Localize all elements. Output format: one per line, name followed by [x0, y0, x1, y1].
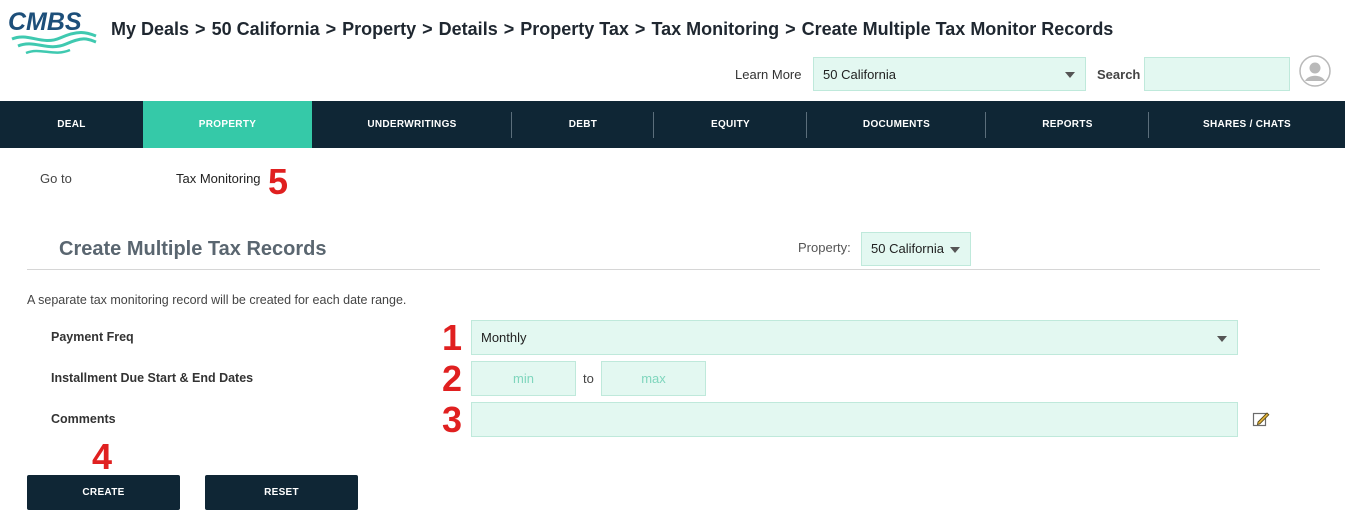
- breadcrumb-separator: >: [785, 19, 796, 39]
- nav-equity[interactable]: EQUITY: [654, 101, 807, 148]
- annotation-3: 3: [442, 399, 463, 440]
- comments-input[interactable]: [471, 402, 1238, 437]
- dates-label: Installment Due Start & End Dates: [51, 371, 254, 385]
- search-label: Search: [1097, 67, 1141, 82]
- payment-freq-value: Monthly: [481, 330, 527, 345]
- breadcrumb-separator: >: [422, 19, 433, 39]
- chevron-down-icon: [1065, 72, 1075, 78]
- breadcrumb-property[interactable]: Property: [342, 19, 416, 39]
- breadcrumb-current: Create Multiple Tax Monitor Records: [801, 19, 1114, 39]
- cmbs-logo[interactable]: CMBS: [6, 6, 98, 58]
- nav-underwritings[interactable]: UNDERWRITINGS: [312, 101, 512, 148]
- breadcrumb-separator: >: [325, 19, 337, 39]
- breadcrumb-separator: >: [195, 19, 206, 39]
- chevron-down-icon: [950, 247, 960, 253]
- property-select[interactable]: 50 California: [861, 232, 971, 266]
- annotation-4: 4: [92, 436, 113, 477]
- to-label: to: [583, 371, 594, 386]
- goto-label: Go to: [40, 171, 72, 186]
- info-note: A separate tax monitoring record will be…: [27, 293, 407, 307]
- annotation-1: 1: [442, 317, 463, 358]
- deal-select-value: 50 California: [823, 67, 896, 82]
- user-avatar-icon[interactable]: [1299, 55, 1331, 87]
- breadcrumb-my-deals[interactable]: My Deals: [111, 19, 189, 39]
- breadcrumb-separator: >: [503, 19, 515, 39]
- reset-button[interactable]: RESET: [205, 475, 358, 510]
- deal-select[interactable]: 50 California: [813, 57, 1086, 91]
- breadcrumb: My Deals >50 California > Property > Details >…: [111, 19, 1113, 40]
- annotation-5: 5: [268, 161, 289, 202]
- section-title: Create Multiple Tax Records: [59, 238, 327, 260]
- breadcrumb-tax-monitoring[interactable]: Tax Monitoring: [651, 19, 779, 39]
- annotation-2: 2: [442, 358, 463, 399]
- property-label: Property:: [798, 240, 851, 255]
- nav-documents[interactable]: DOCUMENTS: [807, 101, 986, 148]
- chevron-down-icon: [1217, 336, 1227, 342]
- goto-tax-monitoring-link[interactable]: Tax Monitoring: [176, 171, 261, 186]
- nav-debt[interactable]: DEBT: [512, 101, 654, 148]
- start-date-input[interactable]: [471, 361, 576, 396]
- nav-property[interactable]: PROPERTY: [143, 101, 312, 148]
- learn-more-link[interactable]: Learn More: [735, 67, 801, 82]
- breadcrumb-deal[interactable]: 50 California: [212, 19, 320, 39]
- edit-icon[interactable]: [1252, 410, 1270, 428]
- logo-text: CMBS: [8, 8, 82, 36]
- nav-shares-chats[interactable]: SHARES / CHATS: [1149, 101, 1345, 148]
- comments-label: Comments: [51, 412, 116, 426]
- payment-freq-label: Payment Freq: [51, 330, 134, 344]
- search-input[interactable]: [1144, 57, 1290, 91]
- nav-deal[interactable]: DEAL: [0, 101, 143, 148]
- breadcrumb-separator: >: [634, 19, 646, 39]
- breadcrumb-details[interactable]: Details: [439, 19, 498, 39]
- payment-freq-select[interactable]: Monthly: [471, 320, 1238, 355]
- nav-reports[interactable]: REPORTS: [986, 101, 1149, 148]
- property-select-value: 50 California: [871, 241, 944, 256]
- end-date-input[interactable]: [601, 361, 706, 396]
- main-nav: DEAL PROPERTY UNDERWRITINGS DEBT EQUITY …: [0, 101, 1345, 148]
- breadcrumb-property-tax[interactable]: Property Tax: [520, 19, 629, 39]
- create-button[interactable]: CREATE: [27, 475, 180, 510]
- section-divider: [27, 269, 1320, 270]
